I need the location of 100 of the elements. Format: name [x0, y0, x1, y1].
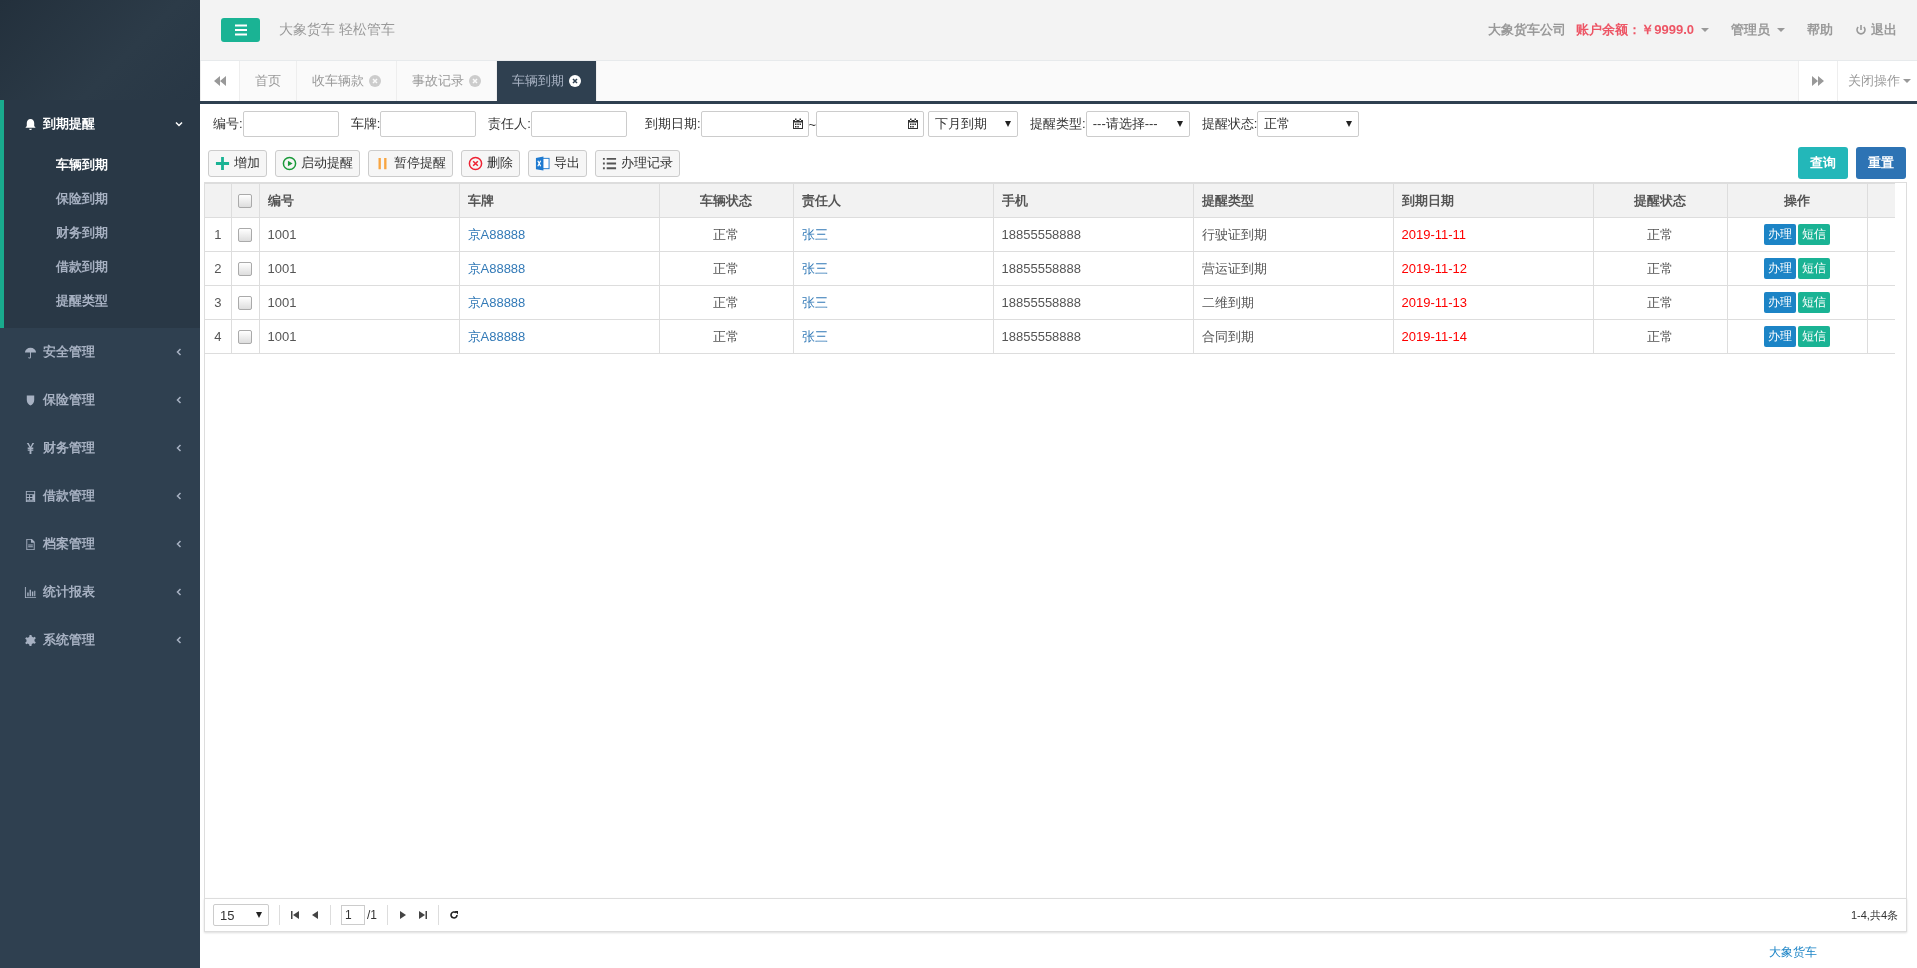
table-cell: 1001 — [267, 261, 297, 276]
toolbar-button[interactable]: 增加 — [208, 149, 267, 177]
table-cell: 正常 — [713, 260, 739, 276]
close-circle-icon — [468, 155, 483, 171]
menu-button[interactable] — [221, 18, 260, 42]
bell-icon — [24, 117, 37, 131]
handle-button[interactable]: 办理 — [1764, 258, 1796, 279]
select-field[interactable]: 下月到期 — [928, 111, 1019, 137]
help-link[interactable]: 帮助 — [1807, 21, 1833, 39]
sidebar-subitem[interactable]: 车辆到期 — [4, 148, 200, 182]
row-checkbox[interactable] — [238, 228, 252, 243]
refresh-icon[interactable] — [449, 910, 459, 920]
table-link[interactable]: 京A88888 — [467, 226, 526, 242]
table-link[interactable]: 张三 — [801, 328, 828, 344]
sidebar-item[interactable]: 保险管理 — [4, 376, 200, 424]
tab-label: 首页 — [255, 72, 281, 90]
row-checkbox[interactable] — [238, 296, 252, 311]
column-header: 操作 — [1784, 192, 1810, 208]
handle-button[interactable]: 办理 — [1764, 292, 1796, 313]
sms-button[interactable]: 短信 — [1798, 326, 1830, 347]
page-number-field[interactable]: 1 — [341, 905, 365, 925]
tab-label: 事故记录 — [412, 72, 464, 90]
page-tab[interactable]: 收车辆款 — [297, 61, 397, 101]
sms-button[interactable]: 短信 — [1798, 258, 1830, 279]
logout-label: 退出 — [1871, 21, 1897, 39]
row-checkbox[interactable] — [238, 330, 252, 345]
toolbar-button[interactable]: 导出 — [528, 149, 587, 177]
toolbar-button[interactable]: 暂停提醒 — [368, 149, 453, 177]
sidebar-subitem[interactable]: 提醒类型 — [4, 284, 200, 318]
table-cell: 正常 — [713, 226, 739, 242]
column-header: 车牌 — [467, 192, 494, 208]
date-field[interactable] — [816, 111, 925, 137]
power-icon — [1855, 24, 1867, 36]
row-checkbox[interactable] — [238, 262, 252, 277]
play-icon — [282, 155, 297, 171]
table-cell: 1001 — [267, 329, 297, 344]
table-cell: 正常 — [713, 294, 739, 310]
table-cell: 行驶证到期 — [1201, 226, 1267, 242]
double-left-icon — [214, 76, 226, 86]
sidebar-subitem[interactable]: 借款到期 — [4, 250, 200, 284]
scroll-right-button[interactable] — [1798, 61, 1838, 101]
umbrella-icon — [24, 345, 37, 359]
scroll-left-button[interactable] — [200, 61, 240, 101]
table-cell: 1001 — [267, 295, 297, 310]
column-header: 编号 — [267, 192, 294, 208]
table-link[interactable]: 京A88888 — [467, 294, 526, 310]
select-field[interactable]: ---请选择--- — [1085, 111, 1190, 137]
sms-button[interactable]: 短信 — [1798, 292, 1830, 313]
sidebar-item[interactable]: 安全管理 — [4, 328, 200, 376]
app-slogan: 大象货车 轻松管车 — [279, 21, 395, 39]
handle-button[interactable]: 办理 — [1764, 224, 1796, 245]
table-cell: 2019-11-14 — [1401, 329, 1468, 344]
filter-label: 到期日期: — [644, 115, 701, 133]
next-page-icon[interactable] — [398, 910, 408, 920]
sidebar-subitem[interactable]: 财务到期 — [4, 216, 200, 250]
toolbar-button[interactable]: 删除 — [461, 149, 520, 177]
row-number: 3 — [214, 295, 222, 310]
sidebar-item[interactable]: 档案管理 — [4, 520, 200, 568]
page-size-select[interactable]: 15 — [213, 904, 269, 926]
table-cell: 18855558888 — [1001, 261, 1082, 276]
close-icon[interactable] — [569, 75, 581, 87]
table-cell: 营运证到期 — [1201, 260, 1267, 276]
close-operations-menu[interactable]: 关闭操作 — [1838, 61, 1917, 101]
page-summary: 1-4,共4条 — [1850, 907, 1898, 923]
page-tab[interactable]: 车辆到期 — [497, 61, 597, 101]
input-field[interactable] — [242, 111, 339, 137]
reset-button[interactable]: 重置 — [1856, 147, 1906, 179]
last-page-icon[interactable] — [418, 910, 428, 920]
chart-icon — [24, 585, 37, 599]
user-menu[interactable]: 管理员 — [1731, 21, 1785, 39]
sidebar-subitem[interactable]: 保险到期 — [4, 182, 200, 216]
table-link[interactable]: 京A88888 — [467, 328, 526, 344]
page-tab[interactable]: 首页 — [240, 61, 297, 101]
sidebar-item[interactable]: 财务管理 — [4, 424, 200, 472]
logout-link[interactable]: 退出 — [1855, 21, 1897, 39]
handle-button[interactable]: 办理 — [1764, 326, 1796, 347]
sidebar-item[interactable]: 统计报表 — [4, 568, 200, 616]
date-field[interactable] — [700, 111, 809, 137]
input-field[interactable] — [380, 111, 477, 137]
toolbar-button[interactable]: 启动提醒 — [275, 149, 360, 177]
footer-text: 大象货车 — [1769, 943, 1817, 961]
sms-button[interactable]: 短信 — [1798, 224, 1830, 245]
previous-page-icon[interactable] — [310, 910, 320, 920]
sidebar-item[interactable]: 系统管理 — [4, 616, 200, 664]
table-link[interactable]: 京A88888 — [467, 260, 526, 276]
toolbar-button[interactable]: 办理记录 — [595, 149, 680, 177]
input-field[interactable] — [530, 111, 627, 137]
sidebar-item[interactable]: 借款管理 — [4, 472, 200, 520]
column-header: 车辆状态 — [700, 192, 752, 208]
table-link[interactable]: 张三 — [801, 260, 828, 276]
table-cell: 18855558888 — [1001, 295, 1082, 310]
sidebar-item[interactable]: 到期提醒 — [4, 100, 200, 148]
table-cell: 2019-11-11 — [1401, 227, 1467, 242]
table-link[interactable]: 张三 — [801, 294, 828, 310]
select-all-checkbox[interactable] — [238, 194, 252, 209]
balance-menu[interactable]: 账户余额：￥9999.0 — [1576, 21, 1709, 39]
table-cell: 正常 — [1647, 328, 1673, 344]
table-link[interactable]: 张三 — [801, 226, 828, 242]
select-field[interactable]: 正常 — [1257, 111, 1360, 137]
first-page-icon[interactable] — [290, 910, 300, 920]
